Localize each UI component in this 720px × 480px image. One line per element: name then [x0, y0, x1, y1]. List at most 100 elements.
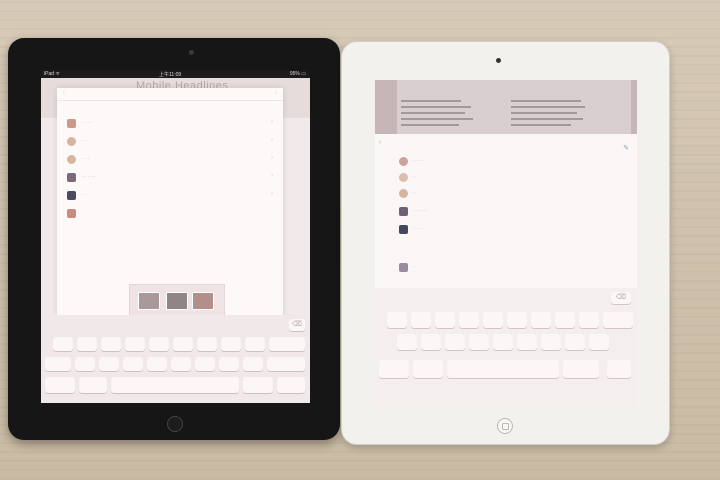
contact-row[interactable]: ·· ··· › — [67, 190, 273, 204]
keyboard-key[interactable] — [541, 334, 561, 350]
contact-name: ·· — [413, 190, 416, 195]
contact-row[interactable]: ··· ·· ·· — [399, 156, 627, 170]
chevron-right-icon: › — [271, 191, 273, 197]
number-key[interactable] — [243, 377, 273, 393]
backspace-icon: ⌫ — [616, 294, 626, 301]
contact-row[interactable]: ···· ·· ··· › — [67, 172, 273, 186]
keyboard-key[interactable] — [469, 334, 489, 350]
return-key[interactable] — [269, 337, 305, 351]
contact-row[interactable]: ·· ··· ···· — [399, 206, 627, 220]
keyboard-key[interactable] — [75, 357, 95, 371]
avatar — [67, 155, 76, 164]
text-line — [511, 100, 581, 102]
keyboard-key[interactable] — [243, 357, 263, 371]
keyboard-key[interactable] — [245, 337, 265, 351]
avatar — [399, 225, 408, 234]
space-bar[interactable] — [111, 377, 239, 393]
number-key[interactable] — [379, 360, 409, 378]
keyboard-key[interactable] — [507, 312, 527, 328]
keyboard-key[interactable] — [125, 337, 145, 351]
text-line — [511, 106, 585, 108]
chevron-right-icon: › — [271, 119, 273, 125]
background-book-page — [375, 80, 637, 136]
keyboard-key[interactable] — [53, 337, 73, 351]
keyboard-key[interactable] — [555, 312, 575, 328]
backspace-key[interactable]: ⌫ — [611, 292, 631, 304]
keyboard-key[interactable] — [387, 312, 407, 328]
keyboard-key[interactable] — [411, 312, 431, 328]
return-key[interactable] — [603, 312, 633, 328]
black-tablet-screen: iPad ᯤ 上午11:09 95% ▭ Mobile Headlines ‹ … — [41, 70, 310, 403]
keyboard-key[interactable] — [517, 334, 537, 350]
keyboard-key[interactable] — [579, 312, 599, 328]
keyboard-key[interactable] — [219, 357, 239, 371]
keyboard-key[interactable] — [445, 334, 465, 350]
avatar — [67, 209, 76, 218]
keyboard-key[interactable] — [565, 334, 585, 350]
photo-thumbnail[interactable] — [166, 292, 188, 310]
keyboard-key[interactable] — [99, 357, 119, 371]
chevron-right-icon: › — [271, 173, 273, 179]
keyboard-key[interactable] — [483, 312, 503, 328]
keyboard-key[interactable] — [435, 312, 455, 328]
text-line — [401, 112, 465, 114]
hide-keyboard-key[interactable] — [277, 377, 305, 393]
keyboard-key[interactable] — [171, 357, 191, 371]
globe-key[interactable] — [79, 377, 107, 393]
keyboard-key[interactable] — [531, 312, 551, 328]
share-panel: ‹ › ·· ··· ·· › ··· ·· › ··· ··· › ···· … — [57, 88, 283, 320]
globe-key[interactable] — [413, 360, 443, 378]
keyboard-key[interactable] — [493, 334, 513, 350]
contact-row[interactable] — [67, 208, 273, 222]
text-line — [511, 118, 583, 120]
contact-row[interactable]: ·· — [399, 172, 627, 186]
keyboard-key[interactable] — [197, 337, 217, 351]
contact-row[interactable]: ··· ··· › — [67, 154, 273, 168]
home-button[interactable] — [167, 416, 183, 432]
carrier-wifi-status: iPad ᯤ — [44, 71, 60, 77]
clock: 上午11:09 — [159, 72, 182, 78]
contact-name: ··· ··· — [413, 226, 423, 231]
keyboard-key[interactable] — [221, 337, 241, 351]
text-line — [511, 124, 571, 126]
chevron-right-icon: › — [271, 137, 273, 143]
keyboard-key[interactable] — [149, 337, 169, 351]
backspace-key[interactable]: ⌫ — [289, 319, 305, 331]
white-tablet: ‹ ✎ ··· ·· ·· ·· ·· ·· ··· ···· ··· ··· — [341, 41, 670, 445]
forward-chevron-icon[interactable]: › — [275, 90, 277, 96]
keyboard-key[interactable] — [123, 357, 143, 371]
back-chevron-icon[interactable]: ‹ — [379, 139, 381, 146]
keyboard-key[interactable] — [77, 337, 97, 351]
keyboard-key[interactable] — [101, 337, 121, 351]
keyboard-key[interactable] — [397, 334, 417, 350]
contact-row[interactable]: ··· ··· — [399, 224, 627, 238]
contact-row[interactable]: ·· — [399, 262, 627, 276]
keyboard-key[interactable] — [459, 312, 479, 328]
text-line — [401, 118, 473, 120]
text-line — [401, 124, 459, 126]
number-key[interactable] — [563, 360, 599, 378]
back-chevron-icon[interactable]: ‹ — [63, 90, 65, 96]
avatar — [67, 173, 76, 182]
shift-key[interactable] — [45, 357, 71, 371]
contact-row[interactable]: ·· ··· ·· › — [67, 118, 273, 132]
keyboard-key[interactable] — [173, 337, 193, 351]
front-camera — [189, 50, 194, 55]
shift-key[interactable] — [267, 357, 305, 371]
space-bar[interactable] — [447, 360, 559, 378]
contact-row[interactable]: ··· ·· › — [67, 136, 273, 150]
avatar — [399, 189, 408, 198]
contact-name: ·· ··· — [81, 192, 89, 197]
photo-thumbnail[interactable] — [192, 292, 214, 310]
home-button[interactable] — [497, 418, 513, 434]
keyboard-key[interactable] — [421, 334, 441, 350]
contact-row[interactable]: ·· — [399, 188, 627, 202]
keyboard-key[interactable] — [147, 357, 167, 371]
hide-keyboard-key[interactable] — [607, 360, 631, 378]
black-tablet: iPad ᯤ 上午11:09 95% ▭ Mobile Headlines ‹ … — [8, 38, 340, 440]
compose-icon[interactable]: ✎ — [623, 144, 629, 152]
photo-thumbnail[interactable] — [138, 292, 160, 310]
number-key[interactable] — [45, 377, 75, 393]
keyboard-key[interactable] — [195, 357, 215, 371]
keyboard-key[interactable] — [589, 334, 609, 350]
